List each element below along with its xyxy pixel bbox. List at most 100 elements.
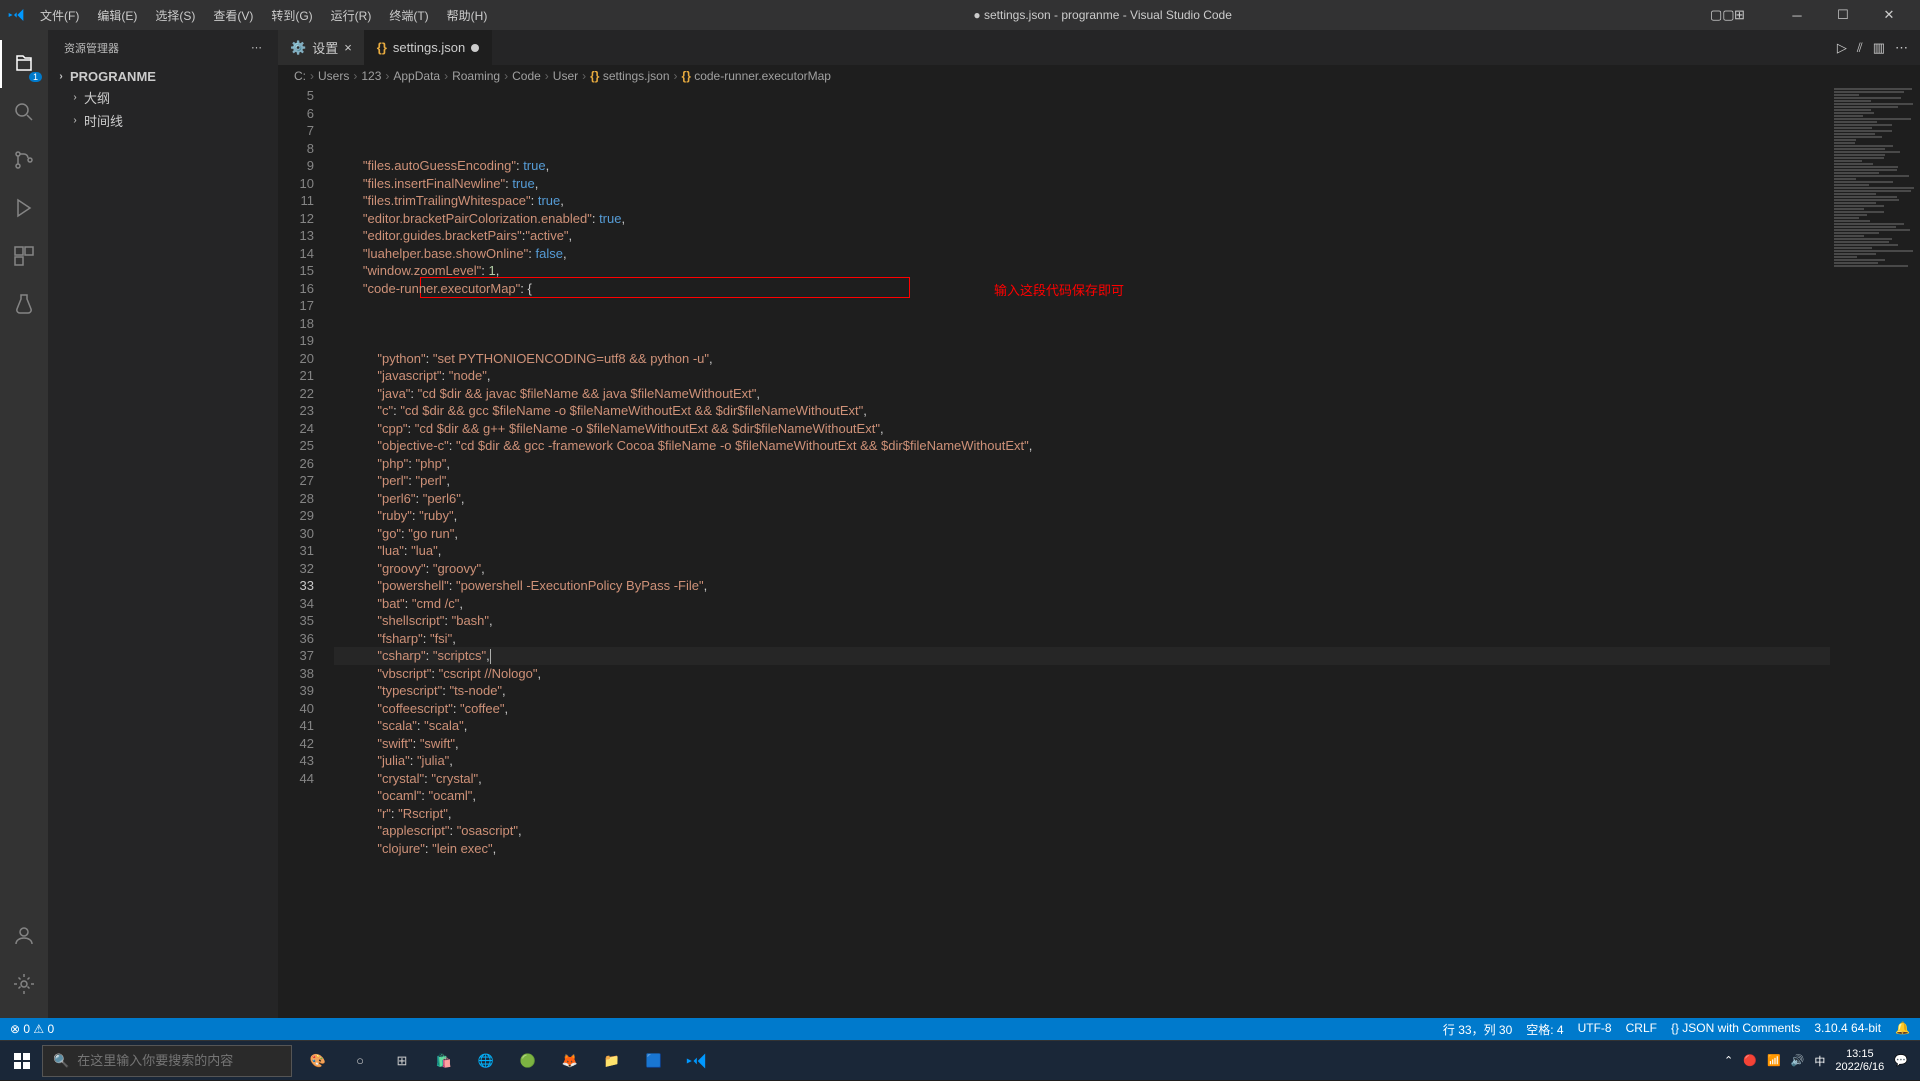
tray-chevron-icon[interactable]: ⌃	[1724, 1054, 1733, 1067]
code-line[interactable]: "files.trimTrailingWhitespace": true,	[334, 192, 1830, 210]
status-item[interactable]: 🔔	[1895, 1021, 1910, 1038]
task-view-icon[interactable]: ⊞	[384, 1043, 420, 1079]
notifications-icon[interactable]: 💬	[1894, 1054, 1908, 1067]
cortana-icon[interactable]: ○	[342, 1043, 378, 1079]
code-line[interactable]	[334, 315, 1830, 333]
code-line[interactable]: "perl6": "perl6",	[334, 490, 1830, 508]
code-line[interactable]: "ruby": "ruby",	[334, 507, 1830, 525]
tray-date[interactable]: 2022/6/16	[1835, 1061, 1884, 1073]
breadcrumb-segment[interactable]: C:	[294, 69, 306, 83]
breadcrumb-segment[interactable]: User	[553, 69, 578, 83]
search-icon[interactable]	[0, 88, 48, 136]
settings-gear-icon[interactable]	[0, 960, 48, 1008]
layout-icon[interactable]: ⊞	[1734, 7, 1750, 23]
breadcrumb-segment[interactable]: Code	[512, 69, 541, 83]
code-line[interactable]: "editor.bracketPairColorization.enabled"…	[334, 210, 1830, 228]
breadcrumb-segment[interactable]: Users	[318, 69, 349, 83]
run-icon[interactable]: ▷	[1837, 40, 1847, 56]
sidebar-item[interactable]: ›时间线	[48, 109, 278, 132]
status-item[interactable]: {} JSON with Comments	[1671, 1021, 1800, 1038]
menu-item[interactable]: 运行(R)	[323, 3, 380, 28]
menu-item[interactable]: 编辑(E)	[89, 3, 145, 28]
code-line[interactable]: "code-runner.executorMap": {	[334, 280, 1830, 298]
tray-item[interactable]: 🔴	[1743, 1054, 1757, 1067]
code-line[interactable]: "ocaml": "ocaml",	[334, 787, 1830, 805]
menu-item[interactable]: 查看(V)	[205, 3, 261, 28]
search-input[interactable]	[77, 1053, 281, 1068]
menu-item[interactable]: 文件(F)	[32, 3, 87, 28]
close-tab-icon[interactable]: ×	[344, 40, 352, 55]
code-line[interactable]	[334, 332, 1830, 350]
code-line[interactable]: "c": "cd $dir && gcc $fileName -o $fileN…	[334, 402, 1830, 420]
code-line[interactable]: "files.autoGuessEncoding": true,	[334, 157, 1830, 175]
split-editor-icon[interactable]: ⫽	[1857, 40, 1863, 56]
project-root[interactable]: ›PROGRANME	[48, 67, 278, 86]
menu-item[interactable]: 终端(T)	[381, 3, 436, 28]
status-item[interactable]: 3.10.4 64-bit	[1814, 1021, 1881, 1038]
code-line[interactable]: "perl": "perl",	[334, 472, 1830, 490]
testing-icon[interactable]	[0, 280, 48, 328]
code-line[interactable]: "r": "Rscript",	[334, 805, 1830, 823]
code-line[interactable]: "luahelper.base.showOnline": false,	[334, 245, 1830, 263]
more-actions-icon[interactable]: ⋯	[1895, 40, 1908, 56]
code-line[interactable]: "cpp": "cd $dir && g++ $fileName -o $fil…	[334, 420, 1830, 438]
breadcrumb-segment[interactable]: {} settings.json	[590, 69, 669, 83]
code-line[interactable]: "javascript": "node",	[334, 367, 1830, 385]
breadcrumb-segment[interactable]: 123	[361, 69, 381, 83]
code-body[interactable]: 输入这段代码保存即可 "files.autoGuessEncoding": tr…	[334, 87, 1830, 1018]
panel-layout-icon[interactable]: ▢▢	[1710, 7, 1726, 23]
editor-tab[interactable]: {} settings.json	[365, 30, 492, 65]
sidebar-more-icon[interactable]: ⋯	[251, 41, 262, 54]
breadcrumb[interactable]: C:›Users›123›AppData›Roaming›Code›User›{…	[278, 65, 1920, 87]
code-line[interactable]: "groovy": "groovy",	[334, 560, 1830, 578]
sidebar-item[interactable]: ›大纲	[48, 86, 278, 109]
code-line[interactable]: "powershell": "powershell -ExecutionPoli…	[334, 577, 1830, 595]
code-line[interactable]: "php": "php",	[334, 455, 1830, 473]
status-item[interactable]: 行 33，列 30	[1443, 1021, 1512, 1038]
status-item[interactable]: CRLF	[1626, 1021, 1657, 1038]
code-line[interactable]: "files.insertFinalNewline": true,	[334, 175, 1830, 193]
source-control-icon[interactable]	[0, 136, 48, 184]
editor-content[interactable]: 5678910111213141516171819202122232425262…	[278, 87, 1920, 1018]
breadcrumb-segment[interactable]: AppData	[393, 69, 440, 83]
status-item[interactable]: UTF-8	[1578, 1021, 1612, 1038]
breadcrumb-segment[interactable]: Roaming	[452, 69, 500, 83]
explorer-folder-icon[interactable]: 📁	[594, 1043, 630, 1079]
extensions-icon[interactable]	[0, 232, 48, 280]
editor-tab[interactable]: ⚙️ 设置 ×	[278, 30, 365, 65]
start-button[interactable]	[2, 1041, 42, 1081]
code-line[interactable]: "coffeescript": "coffee",	[334, 700, 1830, 718]
code-line[interactable]: "scala": "scala",	[334, 717, 1830, 735]
code-line[interactable]: "go": "go run",	[334, 525, 1830, 543]
code-line[interactable]: "lua": "lua",	[334, 542, 1830, 560]
code-line[interactable]: "crystal": "crystal",	[334, 770, 1830, 788]
code-line[interactable]: "python": "set PYTHONIOENCODING=utf8 && …	[334, 350, 1830, 368]
menu-item[interactable]: 转到(G)	[263, 3, 320, 28]
layout-toggle-icon[interactable]: ▥	[1873, 40, 1885, 56]
app-colorful-icon[interactable]: 🎨	[300, 1043, 336, 1079]
minimap[interactable]	[1830, 87, 1920, 1018]
tray-ime[interactable]: 中	[1814, 1053, 1825, 1069]
code-line[interactable]: "clojure": "lein exec",	[334, 840, 1830, 858]
code-line[interactable]: "window.zoomLevel": 1,	[334, 262, 1830, 280]
vscode-taskbar-icon[interactable]	[678, 1043, 714, 1079]
code-line[interactable]: "vbscript": "cscript //Nologo",	[334, 665, 1830, 683]
run-debug-icon[interactable]	[0, 184, 48, 232]
system-tray[interactable]: ⌃ 🔴 📶 🔊 中 13:15 2022/6/16 💬	[1724, 1048, 1918, 1072]
store-icon[interactable]: 🛍️	[426, 1043, 462, 1079]
code-line[interactable]: "editor.guides.bracketPairs":"active",	[334, 227, 1830, 245]
firefox-icon[interactable]: 🦊	[552, 1043, 588, 1079]
code-line[interactable]	[334, 297, 1830, 315]
explorer-icon[interactable]: 1	[0, 40, 48, 88]
taskbar-search[interactable]: 🔍	[42, 1045, 292, 1077]
app-blue-icon[interactable]: 🟦	[636, 1043, 672, 1079]
menu-item[interactable]: 帮助(H)	[439, 3, 496, 28]
code-line[interactable]: "java": "cd $dir && javac $fileName && j…	[334, 385, 1830, 403]
tray-item[interactable]: 🔊	[1791, 1054, 1805, 1067]
status-item[interactable]: 空格: 4	[1526, 1021, 1563, 1038]
tray-time[interactable]: 13:15	[1835, 1048, 1884, 1060]
code-line[interactable]: "csharp": "scriptcs",	[334, 647, 1830, 665]
code-line[interactable]: "fsharp": "fsi",	[334, 630, 1830, 648]
code-line[interactable]: "bat": "cmd /c",	[334, 595, 1830, 613]
tray-item[interactable]: 📶	[1767, 1054, 1781, 1067]
